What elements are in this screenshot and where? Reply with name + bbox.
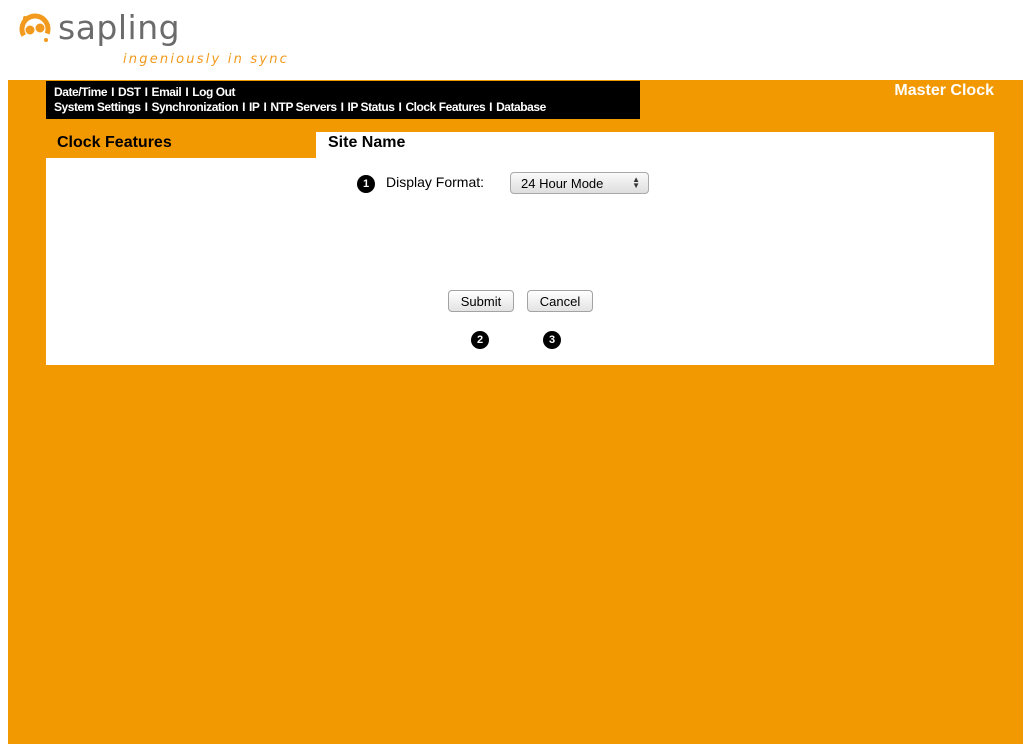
nav-link-system-settings[interactable]: System Settings — [54, 100, 141, 114]
callout-marker-2: 2 — [471, 331, 489, 349]
display-format-value: 24 Hour Mode — [521, 175, 604, 191]
nav-row-primary: Date/Time I DST I Email I Log Out — [54, 84, 632, 99]
nav-link-ntp-servers[interactable]: NTP Servers — [270, 100, 337, 114]
page-header-title: Master Clock — [894, 82, 994, 99]
nav-separator: I — [242, 99, 245, 114]
brand-tagline: ingeniously in sync — [123, 52, 289, 67]
nav-separator: I — [144, 99, 148, 114]
select-arrows-icon: ▲ ▼ — [632, 175, 640, 190]
callout-marker-3: 3 — [543, 331, 561, 349]
nav-separator: I — [340, 99, 344, 114]
nav-separator: I — [489, 99, 493, 114]
nav-link-clock-features[interactable]: Clock Features — [405, 100, 485, 114]
brand-name: sapling — [58, 8, 181, 47]
nav-link-dst[interactable]: DST — [118, 85, 141, 99]
nav-link-database[interactable]: Database — [496, 100, 546, 114]
nav-link-email[interactable]: Email — [152, 85, 182, 99]
submit-button[interactable]: Submit — [448, 290, 514, 312]
site-header: sapling ingeniously in sync — [0, 0, 1023, 80]
nav-separator: I — [144, 84, 148, 99]
nav-link-date-time[interactable]: Date/Time — [54, 85, 108, 99]
nav-separator: I — [398, 99, 402, 114]
sapling-logo[interactable]: sapling ingeniously in sync — [14, 6, 334, 72]
cancel-button[interactable]: Cancel — [527, 290, 593, 312]
nav-link-ip-status[interactable]: IP Status — [347, 100, 395, 114]
sapling-logo-icon — [19, 13, 51, 45]
site-name-tab — [316, 132, 994, 160]
panel-title: Site Name — [328, 134, 406, 151]
display-format-select[interactable]: 24 Hour Mode ▲ ▼ — [510, 172, 649, 194]
nav-separator: I — [263, 99, 267, 114]
top-navigation: Date/Time I DST I Email I Log Out System… — [46, 81, 640, 119]
callout-marker-1: 1 — [357, 175, 375, 193]
nav-link-log-out[interactable]: Log Out — [192, 85, 235, 99]
sidebar-title: Clock Features — [57, 134, 172, 151]
display-format-label: Display Format: — [386, 174, 485, 190]
nav-link-ip[interactable]: IP — [249, 100, 260, 114]
nav-link-synchronization[interactable]: Synchronization — [152, 100, 239, 114]
nav-row-secondary: System Settings I Synchronization I IP I… — [54, 99, 632, 114]
nav-separator: I — [111, 84, 114, 99]
nav-separator: I — [185, 84, 189, 99]
